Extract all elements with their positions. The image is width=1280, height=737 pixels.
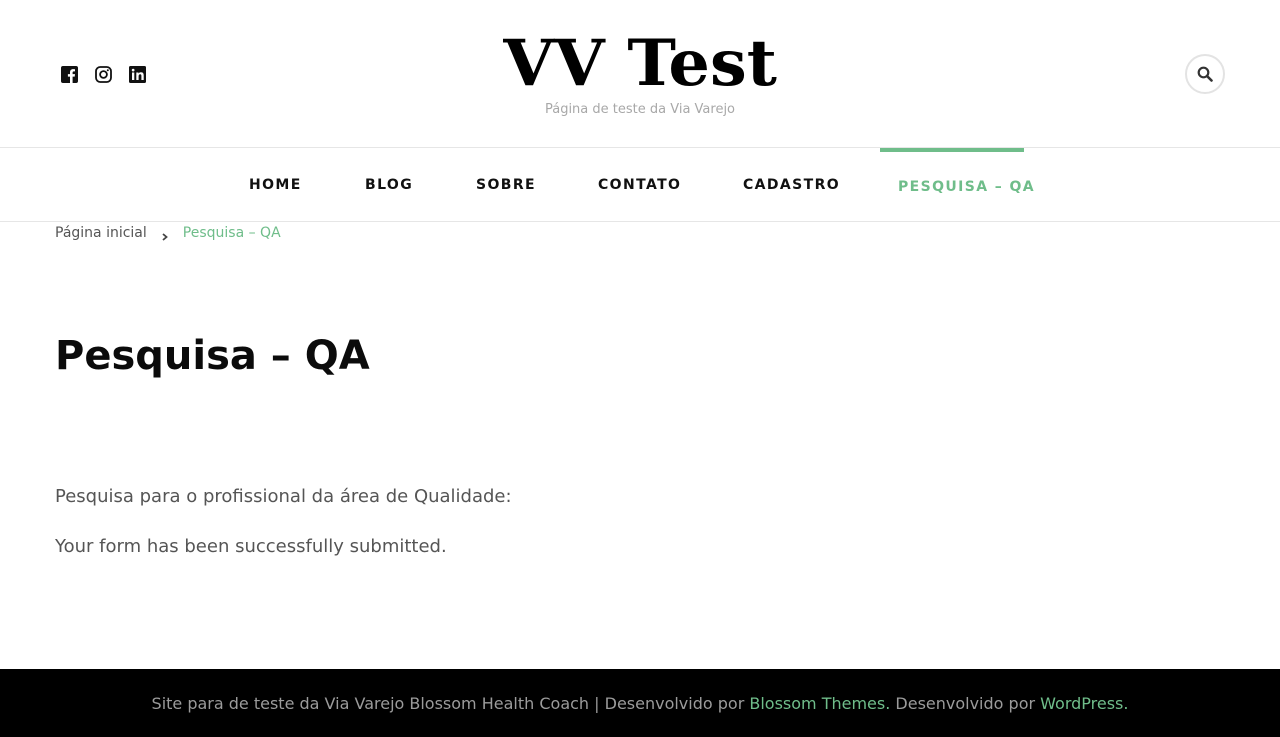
site-footer: Site para de teste da Via Varejo Blossom… xyxy=(0,669,1280,737)
footer-link-wordpress[interactable]: WordPress. xyxy=(1040,694,1128,713)
form-success-message: Your form has been successfully submitte… xyxy=(55,536,447,557)
footer-copyright-text: Site para de teste da Via Varejo Blossom… xyxy=(151,693,750,713)
nav-item-contato[interactable]: CONTATO xyxy=(598,148,681,222)
breadcrumb-current: Pesquisa – QA xyxy=(182,225,281,241)
breadcrumb-home-link[interactable]: Página inicial xyxy=(55,225,147,241)
nav-item-home[interactable]: HOME xyxy=(249,148,302,222)
site-branding: VV Test Página de teste da Via Varejo xyxy=(0,24,1280,117)
footer-link-blossom-themes[interactable]: Blossom Themes. xyxy=(749,694,890,713)
site-header: VV Test Página de teste da Via Varejo xyxy=(0,0,1280,148)
site-title[interactable]: VV Test xyxy=(503,24,777,104)
footer-text: Site para de teste da Via Varejo Blossom… xyxy=(152,694,1129,713)
site-description: Página de teste da Via Varejo xyxy=(544,102,736,117)
intro-paragraph: Pesquisa para o profissional da área de … xyxy=(55,486,512,507)
footer-powered-text: Desenvolvido por xyxy=(890,693,1041,713)
breadcrumb: Página inicial Pesquisa – QA xyxy=(55,225,281,241)
main-navigation: HOME BLOG SOBRE CONTATO CADASTRO PESQUIS… xyxy=(0,148,1280,222)
nav-item-sobre[interactable]: SOBRE xyxy=(476,148,536,222)
nav-menu: HOME BLOG SOBRE CONTATO CADASTRO PESQUIS… xyxy=(0,148,1280,222)
nav-item-blog[interactable]: BLOG xyxy=(365,148,413,222)
nav-item-cadastro[interactable]: CADASTRO xyxy=(743,148,840,222)
nav-item-pesquisa-qa[interactable]: PESQUISA – QA xyxy=(880,148,1034,222)
search-button[interactable] xyxy=(1185,54,1225,94)
page-title: Pesquisa – QA xyxy=(55,333,370,379)
chevron-right-icon xyxy=(161,229,169,241)
search-icon xyxy=(1197,66,1213,82)
